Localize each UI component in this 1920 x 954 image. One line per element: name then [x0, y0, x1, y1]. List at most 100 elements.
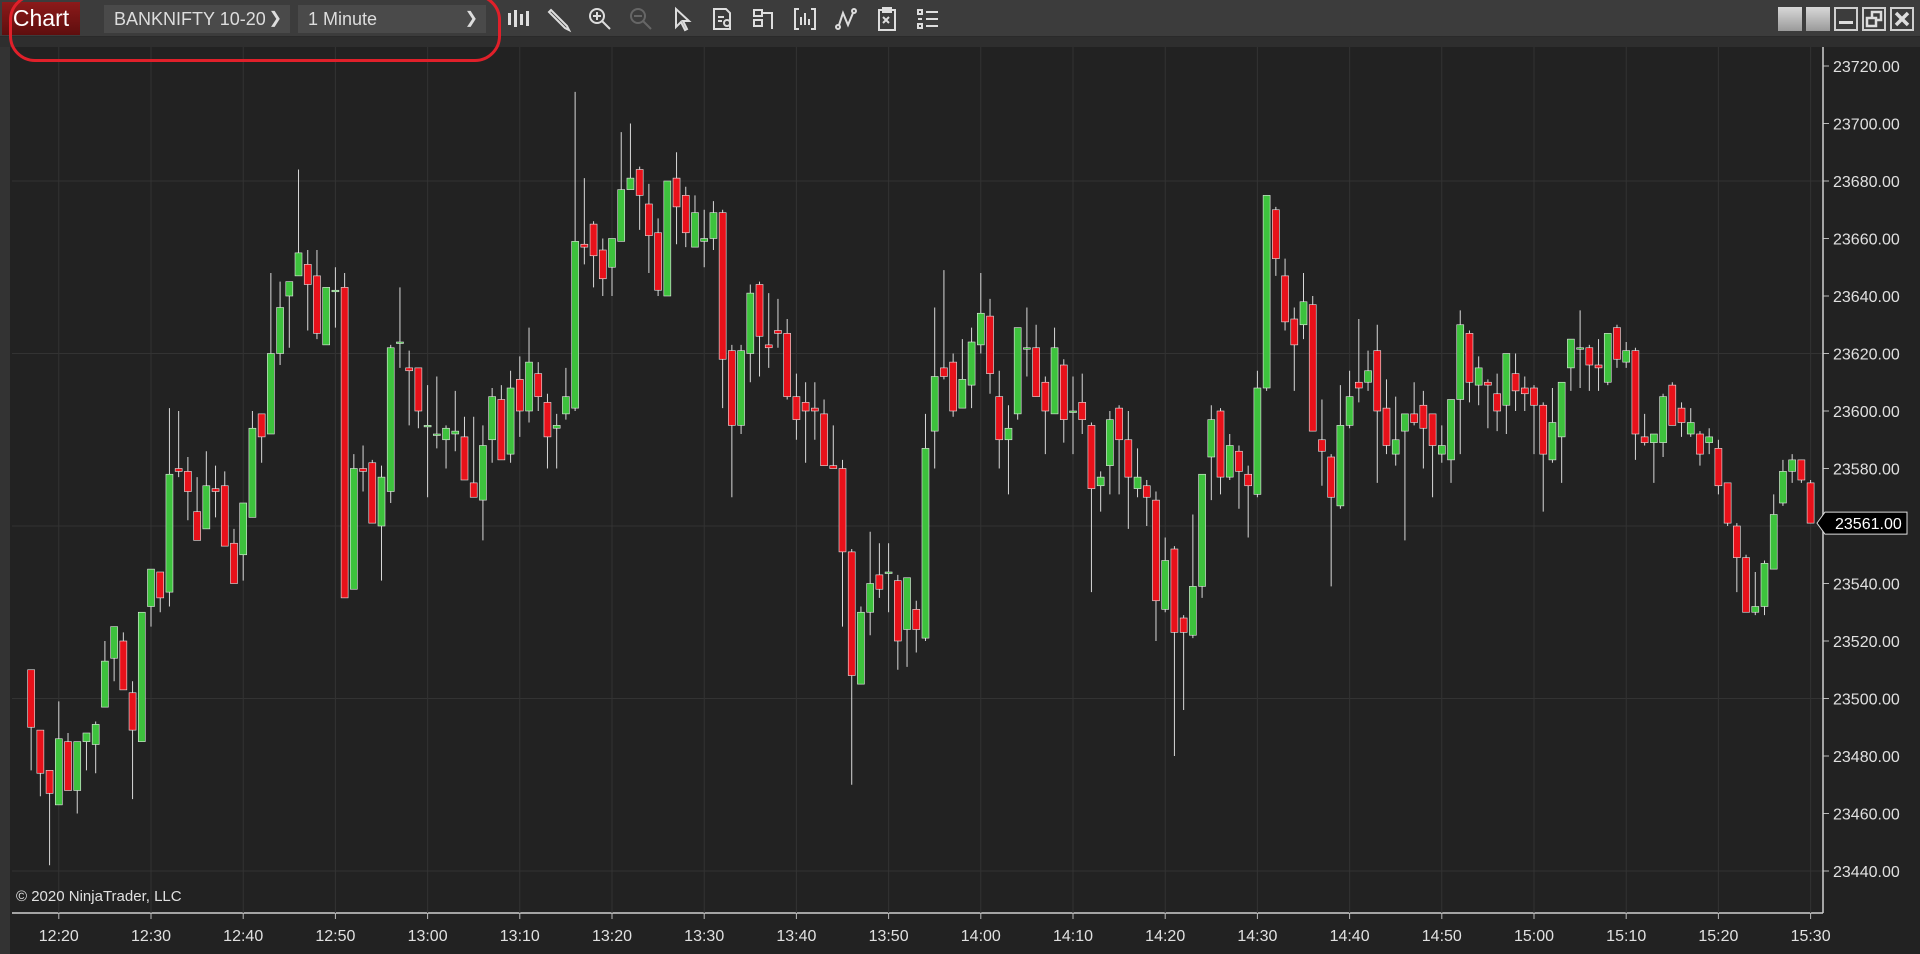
candle-body-up: [857, 611, 865, 685]
candle-body-down: [1235, 450, 1243, 472]
interval-value: 1 Minute: [308, 9, 378, 29]
candle-body-down: [1078, 402, 1087, 420]
candle-body-down: [829, 465, 838, 469]
candle-body-down: [1520, 387, 1529, 395]
templates-icon[interactable]: [914, 5, 942, 33]
x-tick-label: 13:00: [408, 928, 448, 945]
candle-body-up: [147, 568, 155, 607]
candle-body-down: [27, 669, 35, 728]
candle-body-down: [1493, 393, 1501, 412]
candle-body-up: [1161, 560, 1169, 610]
candle-body-down: [580, 243, 589, 248]
candle-body-up: [1474, 367, 1483, 386]
candle-body-down: [1594, 364, 1603, 369]
candle-body-down: [1723, 482, 1732, 524]
x-tick-label: 15:30: [1791, 928, 1831, 945]
close-button[interactable]: [1890, 7, 1914, 31]
candle-body-up: [1133, 476, 1142, 489]
instrument-selector[interactable]: BANKNIFTY 10-20 ❯: [104, 5, 290, 33]
candle-body-up: [571, 241, 579, 409]
drawing-tool-icon[interactable]: [545, 5, 573, 33]
last-price-marker: 23561.00: [1816, 511, 1908, 535]
candle: [949, 353, 957, 417]
pointer-icon[interactable]: [668, 5, 696, 33]
candle-body-up: [737, 350, 745, 426]
candle-body-up: [1686, 422, 1695, 435]
candle-body-down: [589, 223, 598, 257]
candle-body-down: [128, 692, 137, 731]
candle-body-up: [1760, 563, 1769, 607]
candle-body-up: [1013, 327, 1022, 415]
candle-body-down: [220, 485, 229, 547]
candle-body-down: [940, 367, 948, 377]
x-tick-label: 14:40: [1330, 928, 1370, 945]
minimize-icon: [1839, 21, 1853, 24]
candle-body-down: [368, 462, 377, 524]
candle-body-up: [976, 312, 985, 346]
candle-body-down: [1511, 373, 1520, 392]
candle-body-up: [691, 212, 699, 248]
candle-body-up: [276, 307, 284, 354]
candle-body-up: [1567, 338, 1575, 369]
interval-selector[interactable]: 1 Minute ❯: [298, 5, 486, 33]
properties-icon[interactable]: [873, 5, 901, 33]
candle-body-down: [460, 436, 469, 481]
tile-icon[interactable]: [1806, 7, 1830, 31]
candle-body-up: [746, 292, 755, 354]
y-tick-label: 23460.00: [1833, 807, 1900, 824]
candle-body-up: [1050, 347, 1059, 415]
candle-body-down: [1677, 407, 1686, 423]
chart-style-icon[interactable]: [504, 5, 532, 33]
close-icon: [1894, 11, 1910, 27]
candle-body-up: [930, 376, 939, 432]
candle-body-down: [1465, 333, 1474, 383]
strategies-icon[interactable]: [832, 5, 860, 33]
candle-body-up: [331, 289, 340, 293]
candle-body-down: [543, 402, 552, 438]
y-tick-label: 23540.00: [1833, 577, 1900, 594]
candle-body-up: [1705, 436, 1713, 443]
chart-trader-icon[interactable]: [750, 5, 778, 33]
candle: [368, 459, 377, 524]
data-box-icon[interactable]: [709, 5, 737, 33]
candle-body-down: [598, 249, 607, 280]
candle-body-up: [562, 396, 570, 415]
x-tick-label: 14:10: [1053, 928, 1093, 945]
candle-body-up: [350, 468, 358, 590]
y-tick-label: 23500.00: [1833, 692, 1900, 709]
chart-tab[interactable]: Chart: [2, 2, 80, 35]
candle-body-down: [1290, 318, 1299, 346]
chevron-down-icon: ❯: [464, 10, 478, 27]
candle-body-up: [110, 626, 118, 659]
minimize-button[interactable]: [1834, 7, 1858, 31]
candle-body-down: [1318, 439, 1326, 452]
candle: [119, 632, 128, 691]
zoom-in-icon[interactable]: [586, 5, 614, 33]
candle-body-up: [1069, 410, 1077, 413]
y-tick-label: 23520.00: [1833, 634, 1900, 651]
candle-body-down: [1410, 413, 1418, 423]
candle-body-up: [137, 611, 146, 742]
candle-body-down: [1613, 327, 1621, 360]
candlestick-chart[interactable]: 23440.00 23460.00 23480.00 23500.00 23520.00…: [0, 47, 1920, 954]
indicators-icon[interactable]: [791, 5, 819, 33]
x-tick-label: 12:20: [39, 928, 79, 945]
tile-icon[interactable]: [1778, 7, 1802, 31]
restore-button[interactable]: [1862, 7, 1886, 31]
candle-body-up: [91, 724, 100, 745]
candle-body-up: [82, 732, 91, 742]
x-tick-label: 14:50: [1422, 928, 1462, 945]
x-tick-label: 14:30: [1237, 928, 1277, 945]
candle-body-down: [515, 379, 524, 412]
candle-body-down: [792, 396, 801, 420]
candle-body-down: [1152, 499, 1160, 602]
candle-body-down: [801, 402, 810, 412]
candle-body-up: [903, 577, 911, 630]
candle-body-up: [442, 427, 450, 441]
candle-body-up: [967, 341, 976, 386]
candle-body-up: [506, 387, 515, 455]
restore-icon: [1865, 10, 1883, 28]
candle-body-up: [451, 430, 460, 435]
candle-body-up: [1447, 399, 1455, 461]
zoom-out-icon[interactable]: [627, 5, 655, 33]
